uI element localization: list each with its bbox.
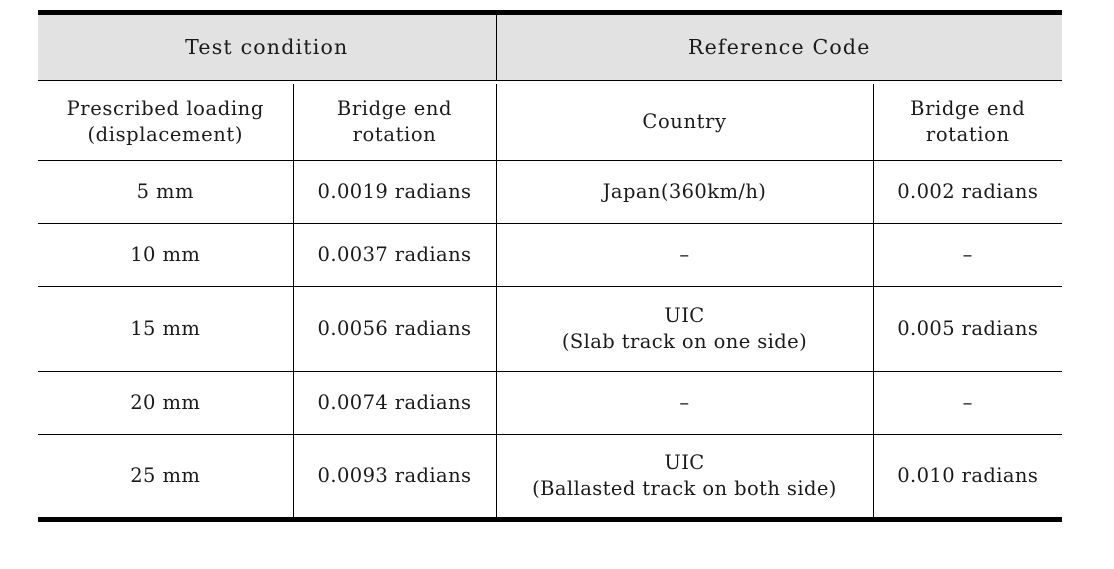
cell-country-line2: (Slab track on one side) (561, 330, 808, 353)
column-header-prescribed-loading-line2: (displacement) (87, 122, 244, 146)
cell-country-line1: UIC (664, 304, 705, 328)
cell-code-rotation: 0.010 radians (873, 434, 1063, 522)
table-sub-header-row: Prescribed loading (displacement) Bridge… (38, 83, 1063, 161)
group-header-reference-code: Reference Code (496, 10, 1063, 81)
cell-code-rotation: – (873, 371, 1063, 435)
cell-country-line2: (Ballasted track on both side) (532, 477, 837, 500)
cell-code-rotation: – (873, 223, 1063, 287)
table-row: 20 mm 0.0074 radians – – (38, 371, 1063, 435)
table-group-header-row: Test condition Reference Code (38, 10, 1063, 81)
cell-code-rotation: 0.005 radians (873, 286, 1063, 372)
cell-prescribed-loading: 10 mm (38, 223, 294, 287)
cell-country-line1: UIC (664, 451, 705, 475)
cell-test-rotation: 0.0019 radians (293, 160, 497, 224)
cell-country: UIC (Slab track on one side) (496, 286, 874, 372)
group-header-test-condition: Test condition (38, 10, 497, 81)
cell-country: – (496, 371, 874, 435)
cell-country: UIC (Ballasted track on both side) (496, 434, 874, 522)
cell-test-rotation: 0.0074 radians (293, 371, 497, 435)
table-row: 10 mm 0.0037 radians – – (38, 223, 1063, 287)
cell-prescribed-loading: 15 mm (38, 286, 294, 372)
column-header-prescribed-loading-line1: Prescribed loading (66, 97, 264, 121)
column-header-code-rotation-line2: rotation (925, 122, 1010, 146)
cell-country: – (496, 223, 874, 287)
cell-country: Japan(360km/h) (496, 160, 874, 224)
cell-test-rotation: 0.0056 radians (293, 286, 497, 372)
column-header-country-line1: Country (642, 109, 727, 133)
cell-prescribed-loading: 25 mm (38, 434, 294, 522)
column-header-country: Country (496, 83, 874, 161)
column-header-test-bridge-end-rotation: Bridge end rotation (293, 83, 497, 161)
cell-code-rotation: 0.002 radians (873, 160, 1063, 224)
column-header-test-rotation-line1: Bridge end (336, 97, 453, 121)
column-header-code-rotation-line1: Bridge end (910, 97, 1026, 121)
page-canvas: Test condition Reference Code Prescribed… (0, 0, 1114, 569)
column-header-prescribed-loading: Prescribed loading (displacement) (38, 83, 294, 161)
cell-test-rotation: 0.0093 radians (293, 434, 497, 522)
table-row: 15 mm 0.0056 radians UIC (Slab track on … (38, 286, 1063, 372)
table-row: 5 mm 0.0019 radians Japan(360km/h) 0.002… (38, 160, 1063, 224)
column-header-code-bridge-end-rotation: Bridge end rotation (873, 83, 1063, 161)
table-row: 25 mm 0.0093 radians UIC (Ballasted trac… (38, 434, 1063, 522)
cell-prescribed-loading: 20 mm (38, 371, 294, 435)
table-container: Test condition Reference Code Prescribed… (38, 10, 1063, 522)
cell-test-rotation: 0.0037 radians (293, 223, 497, 287)
cell-prescribed-loading: 5 mm (38, 160, 294, 224)
comparison-table: Test condition Reference Code Prescribed… (38, 10, 1063, 522)
cell-country-line1: Japan(360km/h) (602, 180, 767, 204)
column-header-test-rotation-line2: rotation (352, 122, 437, 146)
